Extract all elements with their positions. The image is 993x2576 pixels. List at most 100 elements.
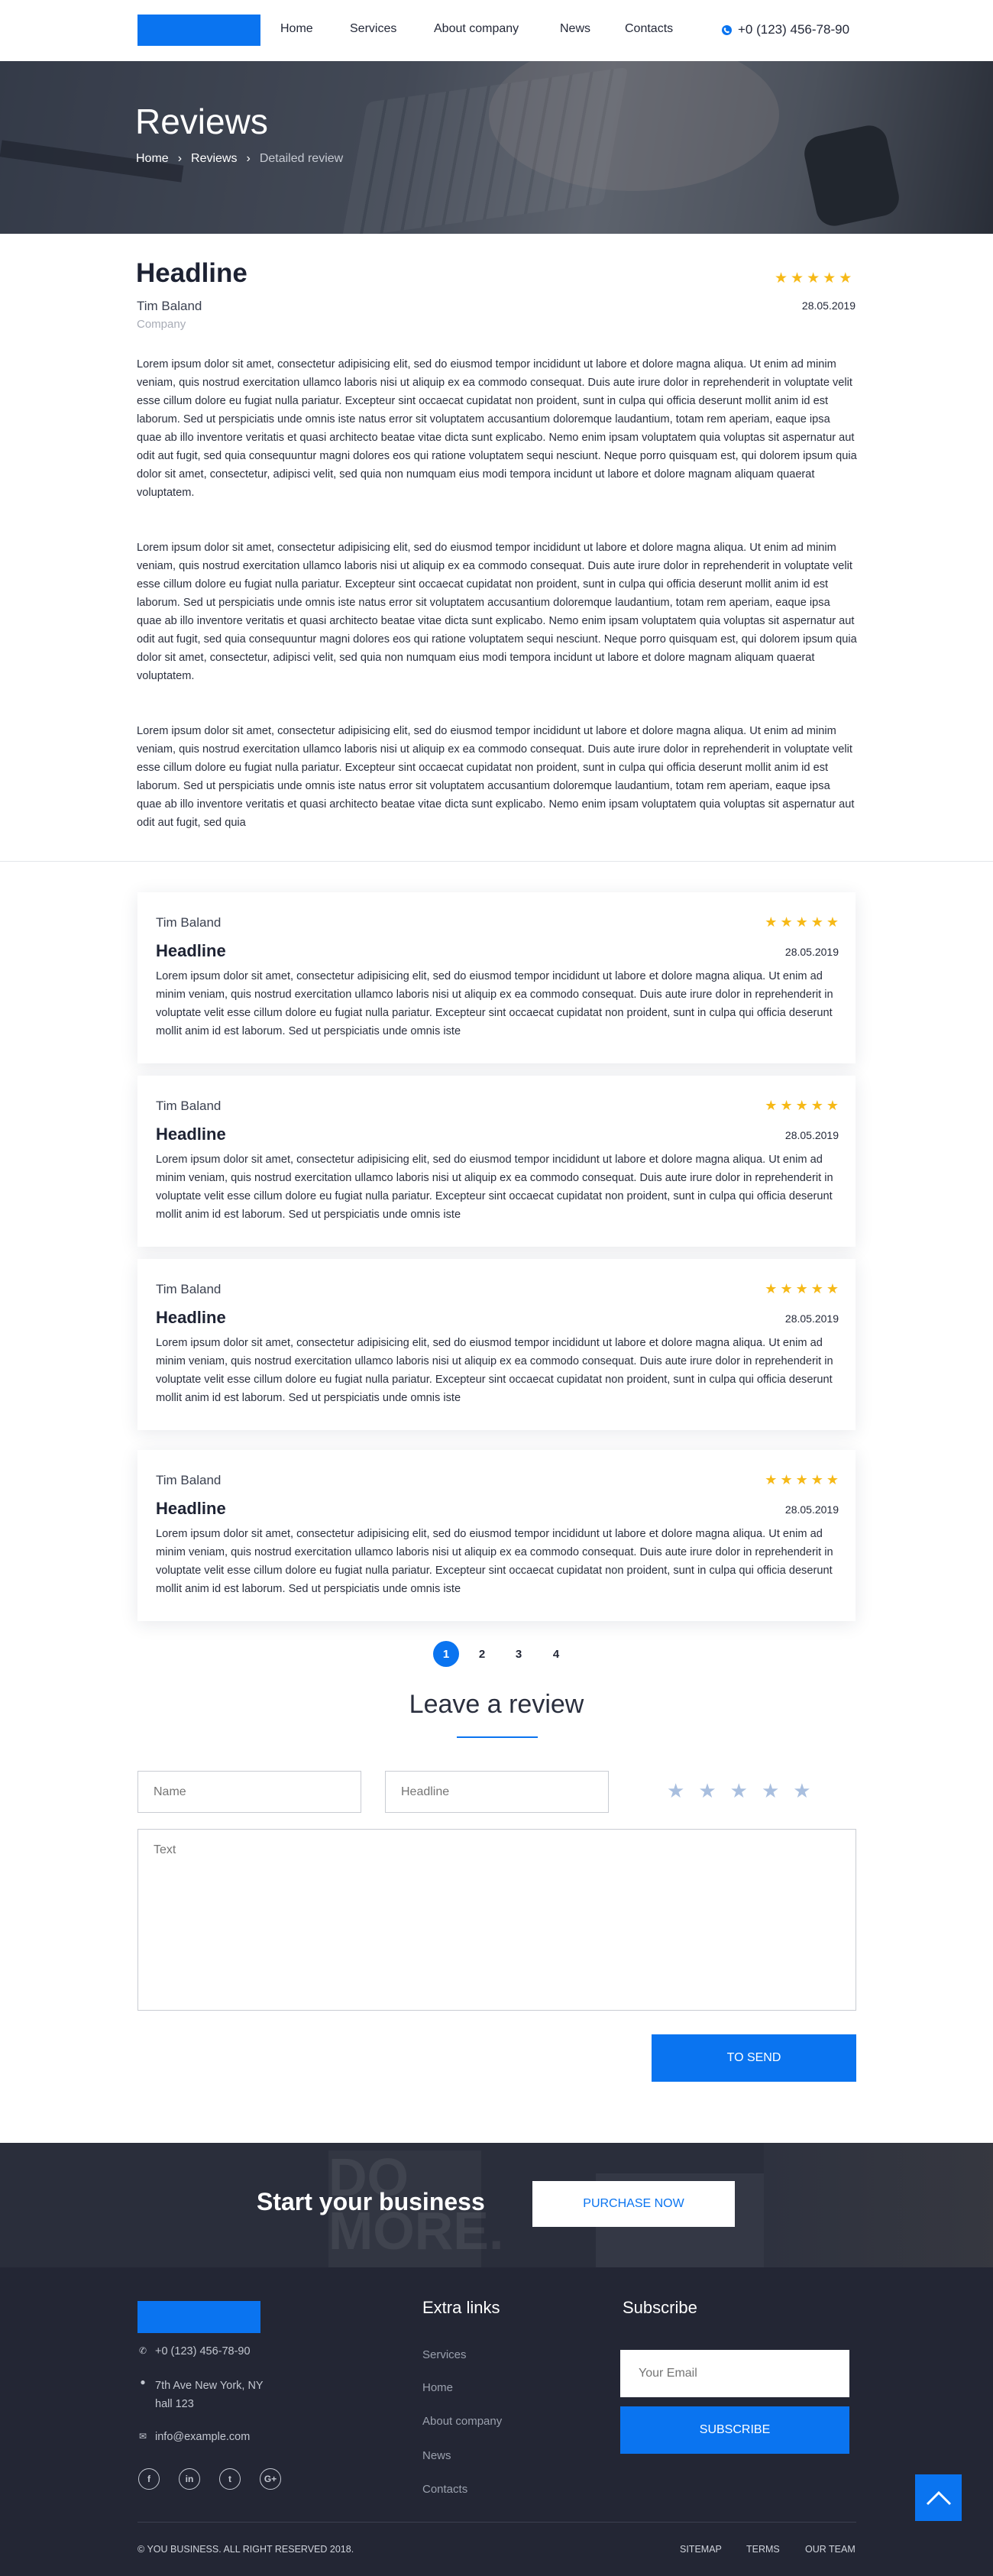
card-text: Lorem ipsum dolor sit amet, consectetur … [156, 1528, 833, 1595]
chevron-right-icon: › [246, 152, 251, 165]
footer-logo[interactable] [137, 2301, 260, 2333]
footer-link-news[interactable]: News [422, 2449, 451, 2462]
card-title[interactable]: Headline [156, 1308, 226, 1328]
card-date: 28.05.2019 [784, 1129, 839, 1141]
star-icon: ★ [765, 1472, 778, 1487]
phone-icon: ✆ [138, 2345, 147, 2356]
star-icon: ★ [765, 914, 778, 930]
star-outline-icon[interactable]: ★ [793, 1779, 810, 1803]
subscribe-email-input[interactable] [620, 2350, 849, 2397]
review-text-input[interactable] [137, 1829, 856, 2011]
review-card[interactable]: Tim Baland ★ ★ ★ ★ ★ Headline 28.05.2019 Lor… [137, 1450, 856, 1621]
star-icon: ★ [810, 1281, 823, 1296]
cta-banner: DO MORE. [0, 2143, 993, 2267]
facebook-icon[interactable]: f [138, 2468, 160, 2490]
footer-email[interactable]: ✉ info@example.com [138, 2431, 250, 2443]
page-4-button[interactable]: 4 [543, 1641, 569, 1667]
star-outline-icon[interactable]: ★ [667, 1779, 684, 1803]
card-title[interactable]: Headline [156, 941, 226, 961]
star-icon: ★ [839, 270, 852, 286]
card-author: Tim Baland [156, 915, 222, 930]
card-rating: ★ ★ ★ ★ ★ [765, 1472, 839, 1488]
review-paragraph: Lorem ipsum dolor sit amet, consectetur … [137, 542, 857, 682]
chevron-right-icon: › [177, 152, 183, 165]
star-icon: ★ [795, 1098, 808, 1113]
footer-link-contacts[interactable]: Contacts [422, 2483, 467, 2496]
logo[interactable] [137, 15, 260, 46]
breadcrumb-current: Detailed review [259, 152, 344, 165]
site-header: Home Services About company News Contact… [0, 0, 993, 61]
review-card[interactable]: Tim Baland ★ ★ ★ ★ ★ Headline 28.05.2019 Lor… [137, 1259, 856, 1430]
google-plus-icon[interactable]: G+ [260, 2468, 281, 2490]
star-icon: ★ [765, 1281, 778, 1296]
rating-input[interactable]: ★ ★ ★ ★ ★ [667, 1779, 811, 1803]
review-author: Tim Baland [137, 299, 202, 313]
breadcrumb: Home › Reviews › Detailed review [136, 152, 343, 166]
star-icon: ★ [810, 914, 823, 930]
star-icon: ★ [826, 914, 839, 930]
nav-services[interactable]: Services [350, 22, 396, 36]
star-icon: ★ [810, 1098, 823, 1113]
card-author: Tim Baland [156, 1473, 222, 1487]
scroll-to-top-button[interactable] [915, 2474, 962, 2521]
form-title-underline [457, 1736, 538, 1738]
nav-contacts[interactable]: Contacts [625, 22, 673, 36]
headline-input[interactable] [385, 1771, 609, 1813]
card-title[interactable]: Headline [156, 1499, 226, 1519]
address-line: 7th Ave New York, NY [155, 2380, 264, 2392]
page-2-button[interactable]: 2 [469, 1641, 495, 1667]
copyright: © YOU BUSINESS. ALL RIGHT RESERVED 2018. [137, 2544, 354, 2555]
page-title: Reviews [135, 102, 268, 141]
star-icon: ★ [795, 1281, 808, 1296]
envelope-icon: ✉ [138, 2431, 147, 2442]
header-phone[interactable]: +0 (123) 456-78-90 [722, 22, 849, 37]
card-date: 28.05.2019 [784, 946, 839, 958]
card-rating: ★ ★ ★ ★ ★ [765, 1098, 839, 1114]
star-outline-icon[interactable]: ★ [730, 1779, 748, 1803]
header-phone-number: +0 (123) 456-78-90 [738, 22, 850, 37]
footer-phone-number: +0 (123) 456-78-90 [155, 2345, 251, 2358]
card-text: Lorem ipsum dolor sit amet, consectetur … [156, 1154, 833, 1221]
name-input[interactable] [137, 1771, 361, 1813]
sitemap-link[interactable]: SITEMAP [680, 2544, 722, 2555]
star-icon: ★ [765, 1098, 778, 1113]
star-icon: ★ [791, 270, 804, 286]
star-icon: ★ [826, 1098, 839, 1113]
footer-link-home[interactable]: Home [422, 2381, 453, 2394]
review-card[interactable]: Tim Baland ★ ★ ★ ★ ★ Headline 28.05.2019 Lor… [137, 1076, 856, 1247]
purchase-now-button[interactable]: PURCHASE NOW [532, 2181, 735, 2227]
send-button[interactable]: TO SEND [652, 2034, 856, 2082]
star-outline-icon[interactable]: ★ [698, 1779, 716, 1803]
card-rating: ★ ★ ★ ★ ★ [765, 1281, 839, 1297]
footer-link-about-company[interactable]: About company [422, 2415, 502, 2428]
card-date: 28.05.2019 [784, 1503, 839, 1516]
star-icon: ★ [823, 270, 836, 286]
review-rating: ★ ★ ★ ★ ★ [775, 270, 852, 287]
footer-link-services[interactable]: Services [422, 2348, 467, 2361]
review-card[interactable]: Tim Baland ★ ★ ★ ★ ★ Headline 28.05.2019 Lor… [137, 892, 856, 1063]
chevron-up-icon [926, 2490, 951, 2505]
terms-link[interactable]: TERMS [746, 2544, 780, 2555]
star-icon: ★ [807, 270, 820, 286]
star-outline-icon[interactable]: ★ [762, 1779, 779, 1803]
review-date: 28.05.2019 [801, 299, 856, 312]
star-icon: ★ [780, 1472, 793, 1487]
nav-about-company[interactable]: About company [434, 22, 519, 36]
our-team-link[interactable]: OUR TEAM [805, 2544, 856, 2555]
page-3-button[interactable]: 3 [506, 1641, 532, 1667]
breadcrumb-home[interactable]: Home [136, 152, 169, 166]
nav-news[interactable]: News [560, 22, 590, 36]
card-title[interactable]: Headline [156, 1125, 226, 1144]
subscribe-button[interactable]: SUBSCRIBE [620, 2406, 849, 2454]
footer-phone[interactable]: ✆ +0 (123) 456-78-90 [138, 2345, 251, 2358]
nav-home[interactable]: Home [280, 22, 313, 36]
star-icon: ★ [780, 1281, 793, 1296]
card-text: Lorem ipsum dolor sit amet, consectetur … [156, 1337, 833, 1404]
breadcrumb-reviews[interactable]: Reviews [191, 152, 237, 166]
linkedin-icon[interactable]: in [179, 2468, 200, 2490]
card-author: Tim Baland [156, 1282, 222, 1296]
twitter-icon[interactable]: t [219, 2468, 241, 2490]
star-icon: ★ [780, 1098, 793, 1113]
page-1-button[interactable]: 1 [433, 1641, 459, 1667]
footer-email-text: info@example.com [155, 2431, 251, 2443]
